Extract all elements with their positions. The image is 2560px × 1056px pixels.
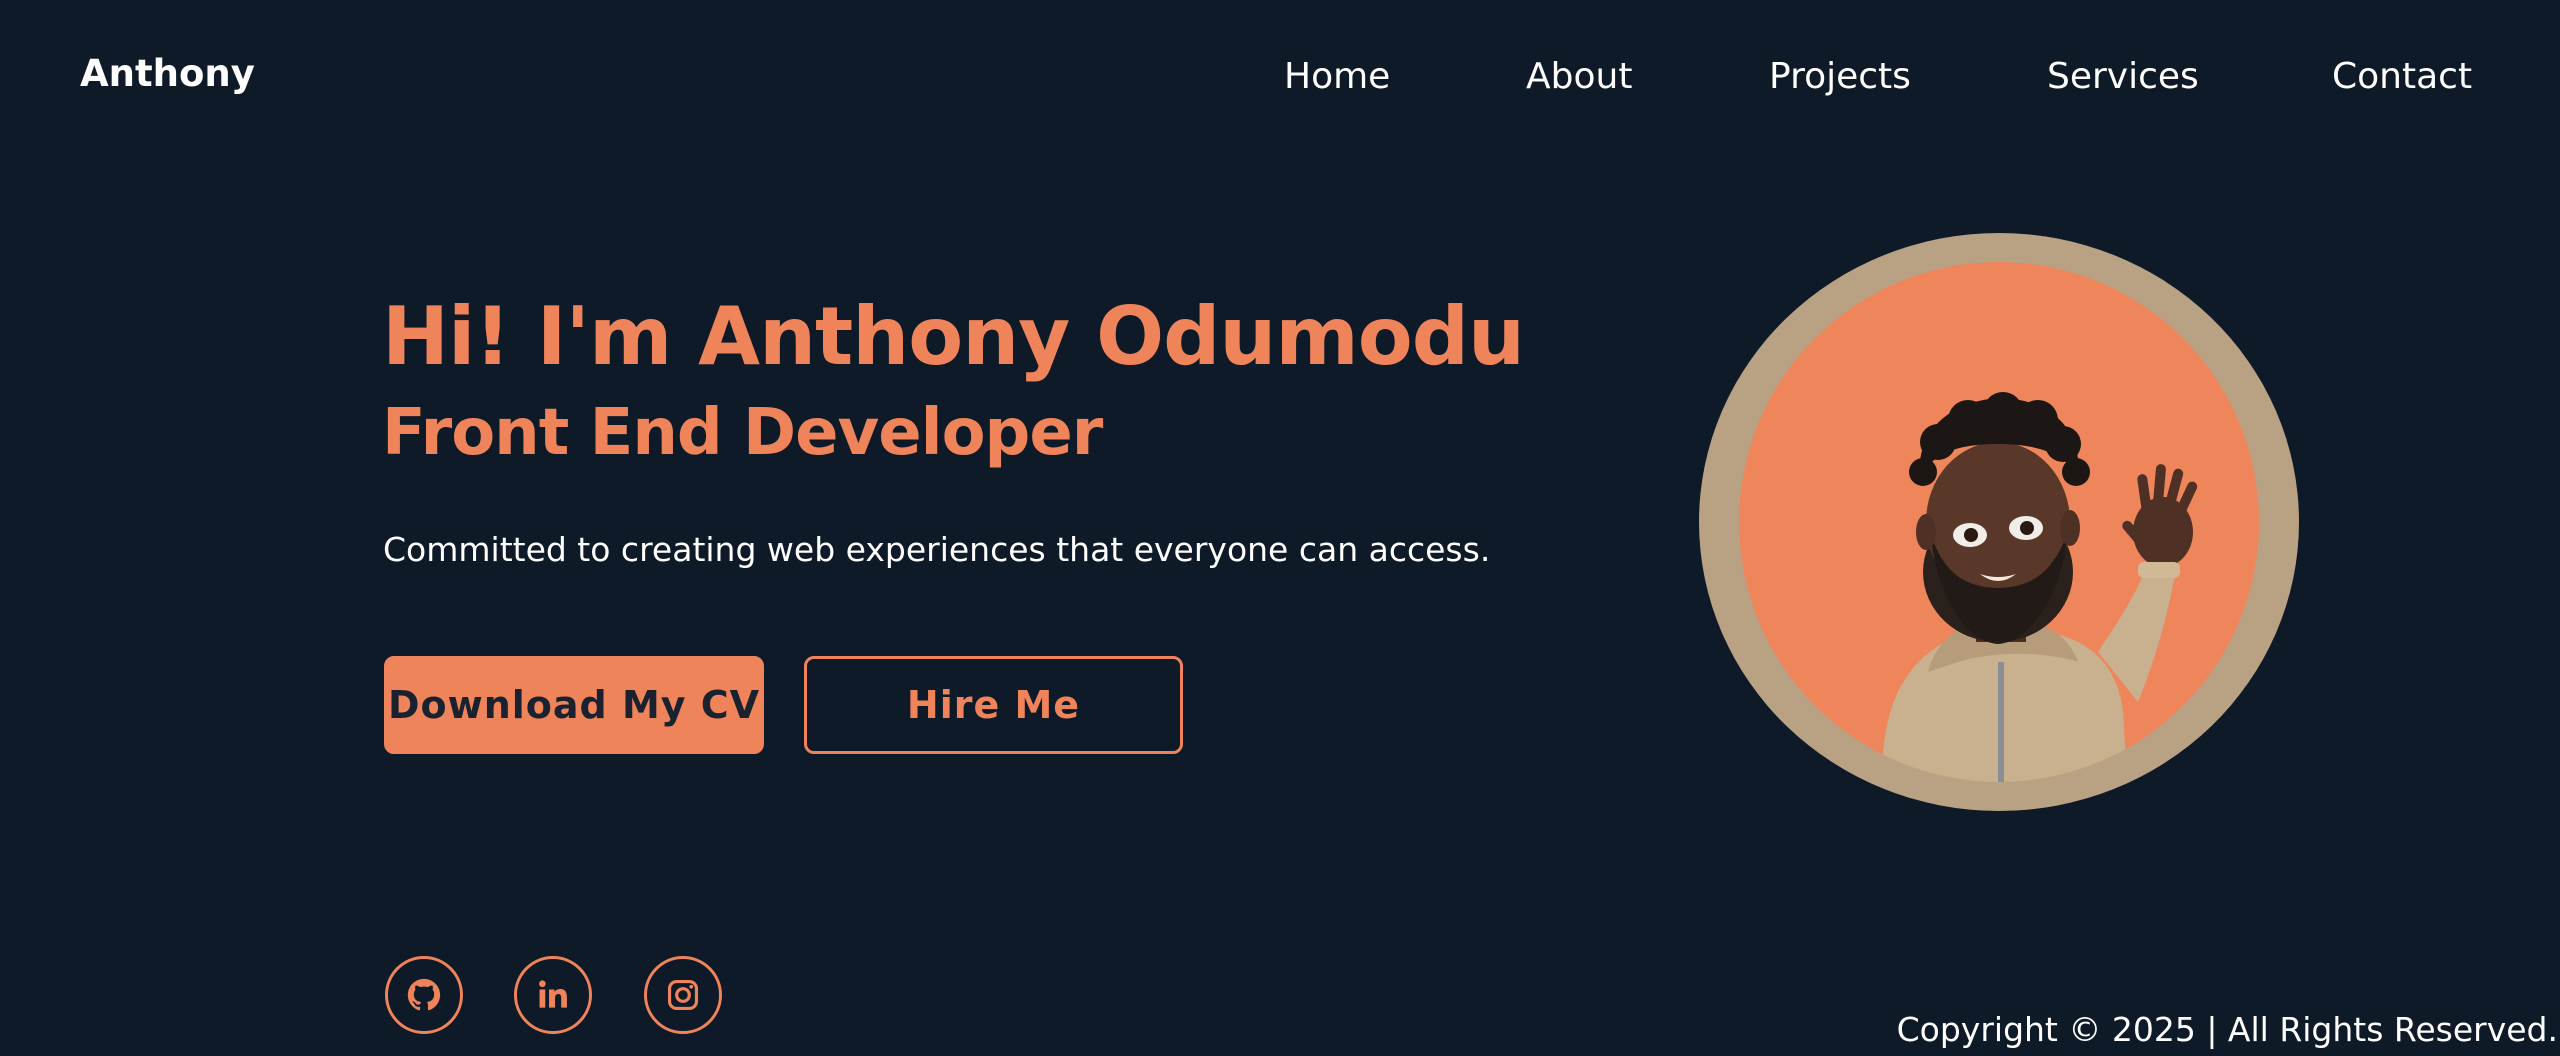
copyright-text: Copyright © 2025 | All Rights Reserved. bbox=[1896, 1010, 2558, 1049]
nav-services-link[interactable]: Services bbox=[2047, 56, 2199, 97]
landing-page: Anthony Home About Projects Services Con… bbox=[0, 0, 2560, 1056]
nav-home-link[interactable]: Home bbox=[1284, 56, 1390, 97]
nav-projects-link[interactable]: Projects bbox=[1769, 56, 1911, 97]
main-nav: Home About Projects Services Contact bbox=[0, 56, 2560, 106]
hero-description: Committed to creating web experiences th… bbox=[383, 530, 1491, 569]
instagram-link[interactable] bbox=[644, 956, 722, 1034]
github-link[interactable] bbox=[385, 956, 463, 1034]
github-icon bbox=[405, 976, 443, 1014]
nav-contact-link[interactable]: Contact bbox=[2332, 56, 2472, 97]
nav-about-link[interactable]: About bbox=[1526, 56, 1632, 97]
hero-title: Hi! I'm Anthony Odumodu bbox=[382, 290, 1525, 383]
hire-me-button[interactable]: Hire Me bbox=[804, 656, 1183, 754]
instagram-icon bbox=[664, 976, 702, 1014]
linkedin-icon bbox=[534, 976, 572, 1014]
download-cv-button[interactable]: Download My CV bbox=[384, 656, 764, 754]
profile-avatar bbox=[1698, 232, 2300, 812]
hero-subtitle: Front End Developer bbox=[382, 396, 1103, 470]
linkedin-link[interactable] bbox=[514, 956, 592, 1034]
